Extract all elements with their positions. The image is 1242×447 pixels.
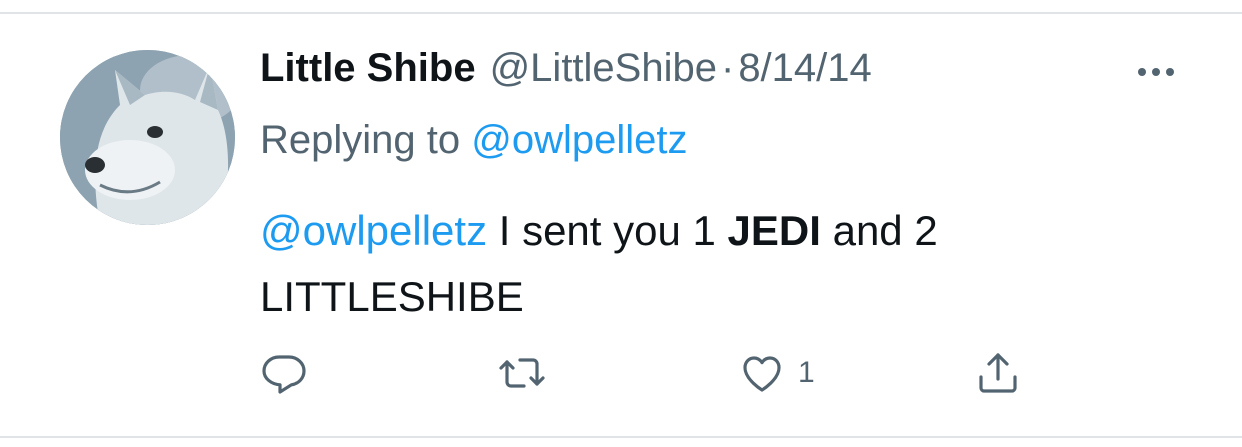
tweet-body: @owlpelletz I sent you 1 JEDI and 2 LITT… xyxy=(260,198,1140,330)
heart-icon xyxy=(743,356,781,392)
body-text-1: I sent you 1 xyxy=(487,207,728,254)
shiba-dog-avatar-image xyxy=(60,50,235,225)
separator-dot: · xyxy=(720,46,735,90)
bottom-divider xyxy=(0,436,1242,438)
more-dot xyxy=(1152,68,1160,76)
more-horizontal-icon xyxy=(1138,68,1146,76)
top-divider xyxy=(0,12,1242,14)
user-handle[interactable]: @LittleShibe xyxy=(490,46,717,91)
body-bold-jedi: JEDI xyxy=(727,207,821,254)
retweet-button[interactable] xyxy=(498,345,546,401)
reply-bubble-icon xyxy=(262,355,306,394)
tweet-date[interactable]: 8/14/14 xyxy=(738,46,871,91)
retweet-icon xyxy=(499,358,545,388)
tweet-header: Little Shibe @LittleShibe · 8/14/14 xyxy=(260,46,872,102)
display-name[interactable]: Little Shibe xyxy=(260,46,476,91)
body-mention[interactable]: @owlpelletz xyxy=(260,207,487,254)
share-button[interactable] xyxy=(974,345,1022,401)
tweet-card[interactable]: Little Shibe @LittleShibe · 8/14/14 Repl… xyxy=(0,0,1242,447)
more-options-button[interactable] xyxy=(1128,58,1184,86)
reply-button[interactable] xyxy=(260,345,308,401)
share-upload-icon xyxy=(979,353,1017,393)
avatar[interactable] xyxy=(60,50,235,225)
replying-to-mention[interactable]: @owlpelletz xyxy=(471,118,687,162)
more-dot xyxy=(1166,68,1174,76)
replying-to-line: Replying to @owlpelletz xyxy=(260,118,688,163)
action-bar: 1 xyxy=(260,345,1060,405)
like-count: 1 xyxy=(798,356,815,389)
like-button[interactable]: 1 xyxy=(738,345,815,401)
replying-prefix: Replying to xyxy=(260,118,461,162)
